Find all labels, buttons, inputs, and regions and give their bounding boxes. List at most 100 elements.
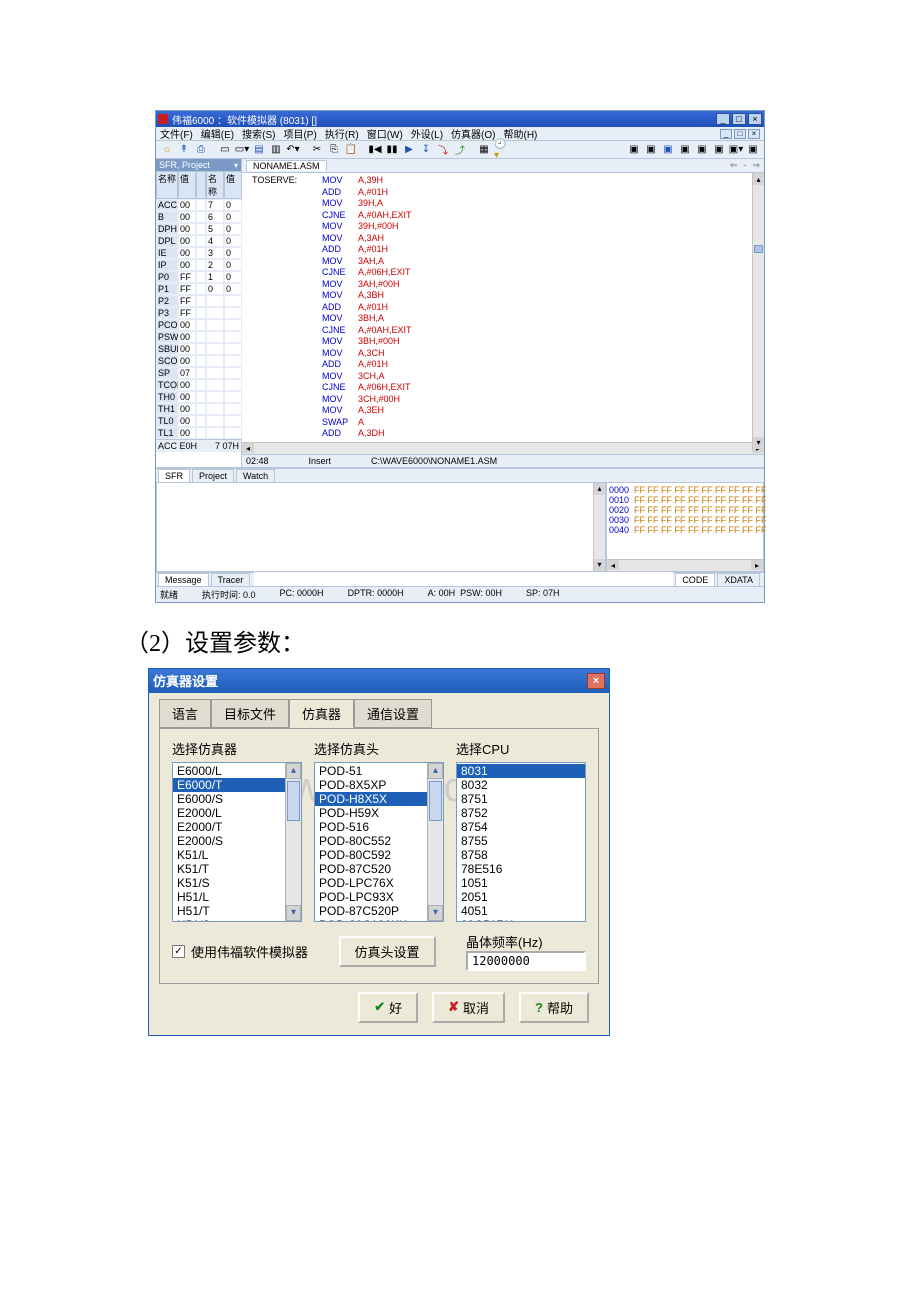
sfr-cell[interactable] bbox=[196, 223, 206, 235]
sfr-cell[interactable] bbox=[196, 379, 206, 391]
list-item[interactable]: POD-H59X bbox=[315, 806, 443, 820]
scroll-up-icon[interactable]: ▴ bbox=[428, 763, 443, 779]
sfr-cell[interactable]: 00 bbox=[178, 199, 196, 211]
dialog-tab[interactable]: 目标文件 bbox=[211, 699, 289, 728]
help-button[interactable]: ?帮助 bbox=[519, 992, 589, 1023]
win2-icon[interactable]: ▣ bbox=[644, 143, 658, 157]
run-icon[interactable]: ▶ bbox=[402, 143, 416, 157]
scroll-down-icon[interactable]: ▾ bbox=[594, 559, 605, 571]
list-item[interactable]: POD-80C592 bbox=[315, 848, 443, 862]
new-icon[interactable]: ▭ bbox=[218, 143, 232, 157]
open-icon[interactable]: ☼ bbox=[160, 143, 174, 157]
sfr-cell[interactable]: 00 bbox=[178, 247, 196, 259]
head-listbox[interactable]: POD-51POD-8X5XPPOD-H8X5XPOD-H59XPOD-516P… bbox=[314, 762, 444, 922]
list-item[interactable]: 1051 bbox=[457, 876, 585, 890]
list-item[interactable]: 8031 bbox=[457, 764, 585, 778]
dialog-tab[interactable]: 仿真器 bbox=[289, 699, 354, 728]
bp-icon[interactable]: ▦ bbox=[477, 143, 491, 157]
list-item[interactable]: 4051 bbox=[457, 904, 585, 918]
sfr-cell[interactable] bbox=[206, 379, 224, 391]
list-item[interactable]: 89C51RX bbox=[457, 918, 585, 922]
list-item[interactable]: POD-80C196KX bbox=[315, 918, 443, 922]
sfr-cell[interactable] bbox=[206, 415, 224, 427]
menu-item[interactable]: 窗口(W) bbox=[367, 126, 403, 141]
sfr-cell[interactable]: 00 bbox=[178, 259, 196, 271]
code-line[interactable]: MOVA,3BH bbox=[252, 290, 764, 302]
checkbox-icon[interactable]: ✓ bbox=[172, 945, 185, 958]
list-item[interactable]: 8032 bbox=[457, 778, 585, 792]
dialog-close-button[interactable]: × bbox=[587, 673, 605, 689]
list-item[interactable]: 8751 bbox=[457, 792, 585, 806]
sfr-cell[interactable]: B bbox=[156, 211, 178, 223]
list-item[interactable]: POD-516 bbox=[315, 820, 443, 834]
sfr-cell[interactable] bbox=[206, 343, 224, 355]
sfr-grid[interactable]: 名称值名称值ACC0070B0060DPH0050DPL0040IE0030IP… bbox=[156, 171, 242, 439]
sfr-cell[interactable] bbox=[196, 235, 206, 247]
list-item[interactable]: 8754 bbox=[457, 820, 585, 834]
mdi-maximize-button[interactable]: □ bbox=[734, 129, 746, 139]
sfr-cell[interactable] bbox=[206, 391, 224, 403]
sfr-cell[interactable]: 00 bbox=[178, 355, 196, 367]
list-item[interactable]: 8752 bbox=[457, 806, 585, 820]
cpu-listbox[interactable]: 803180328751875287548755875878E516105120… bbox=[456, 762, 586, 922]
sfr-cell[interactable] bbox=[196, 247, 206, 259]
sfr-cell[interactable]: SP bbox=[156, 367, 178, 379]
sfr-cell[interactable]: 0 bbox=[206, 283, 224, 295]
sfr-cell[interactable]: 0 bbox=[224, 271, 242, 283]
scroll-left-icon[interactable]: ◂ bbox=[242, 443, 254, 453]
memory-row[interactable]: 0000 FF FF FF FF FF FF FF FF FF FF bbox=[609, 485, 761, 495]
sfr-cell[interactable] bbox=[224, 295, 242, 307]
rewind-icon[interactable]: ▮◀ bbox=[368, 143, 382, 157]
bottom-tab[interactable]: Message bbox=[158, 573, 209, 586]
code-line[interactable]: MOV3BH,A bbox=[252, 313, 764, 325]
sfr-cell[interactable] bbox=[196, 415, 206, 427]
sfr-cell[interactable] bbox=[196, 355, 206, 367]
code-line[interactable]: CJNEA,#0AH,EXIT bbox=[252, 210, 764, 222]
up-icon[interactable]: ↟ bbox=[177, 143, 191, 157]
editor-vscrollbar[interactable]: ▴ ▾ bbox=[752, 173, 764, 449]
nav-fwd-icon[interactable]: ⇒ bbox=[752, 160, 760, 171]
sfr-cell[interactable] bbox=[224, 343, 242, 355]
sfr-cell[interactable]: 00 bbox=[178, 223, 196, 235]
sfr-cell[interactable]: 00 bbox=[178, 235, 196, 247]
list-item[interactable]: K51/T bbox=[173, 862, 301, 876]
list-item[interactable]: 8758 bbox=[457, 848, 585, 862]
stepinto-icon[interactable]: ↧ bbox=[419, 143, 433, 157]
sfr-cell[interactable]: TL1 bbox=[156, 427, 178, 439]
listbox-vscrollbar[interactable]: ▴ ▾ bbox=[285, 763, 301, 921]
scroll-down-icon[interactable]: ▾ bbox=[428, 905, 443, 921]
use-simulator-checkbox[interactable]: ✓ 使用伟福软件模拟器 bbox=[172, 942, 308, 961]
win8-icon[interactable]: ▣ bbox=[746, 143, 760, 157]
code-line[interactable]: CJNEA,#06H,EXIT bbox=[252, 382, 764, 394]
code-line[interactable]: ADDA,#01H bbox=[252, 359, 764, 371]
code-line[interactable]: MOVA,3AH bbox=[252, 233, 764, 245]
scroll-up-icon[interactable]: ▴ bbox=[753, 173, 764, 185]
code-line[interactable]: CJNEA,#0AH,EXIT bbox=[252, 325, 764, 337]
sfr-cell[interactable] bbox=[224, 307, 242, 319]
sfr-cell[interactable] bbox=[196, 259, 206, 271]
memory-row[interactable]: 0030 FF FF FF FF FF FF FF FF FF FF bbox=[609, 515, 761, 525]
win7-icon[interactable]: ▣▾ bbox=[729, 143, 743, 157]
scroll-down-icon[interactable]: ▾ bbox=[753, 437, 764, 449]
listbox-vscrollbar[interactable]: ▴ ▾ bbox=[427, 763, 443, 921]
code-line[interactable]: ADDA,#01H bbox=[252, 302, 764, 314]
sfr-cell[interactable]: 00 bbox=[178, 391, 196, 403]
sfr-cell[interactable] bbox=[196, 271, 206, 283]
list-item[interactable]: 2051 bbox=[457, 890, 585, 904]
sfr-cell[interactable] bbox=[224, 379, 242, 391]
sfr-cell[interactable]: 4 bbox=[206, 235, 224, 247]
bottom-tab[interactable]: CODE bbox=[675, 573, 715, 586]
paste-icon[interactable]: 📋 bbox=[344, 143, 358, 157]
code-line[interactable]: MOV3CH,A bbox=[252, 371, 764, 383]
list-item[interactable]: POD-51 bbox=[315, 764, 443, 778]
sfr-panel-title[interactable]: SFR, Project ▾ bbox=[156, 159, 241, 171]
list-item[interactable]: H51/T bbox=[173, 904, 301, 918]
sfr-cell[interactable] bbox=[196, 403, 206, 415]
sfr-cell[interactable]: 3 bbox=[206, 247, 224, 259]
sfr-cell[interactable] bbox=[196, 331, 206, 343]
list-item[interactable]: POD-80C552 bbox=[315, 834, 443, 848]
sfr-cell[interactable] bbox=[196, 367, 206, 379]
code-line[interactable]: MOVA,3EH bbox=[252, 405, 764, 417]
sfr-cell[interactable]: 00 bbox=[178, 331, 196, 343]
sfr-cell[interactable] bbox=[206, 403, 224, 415]
